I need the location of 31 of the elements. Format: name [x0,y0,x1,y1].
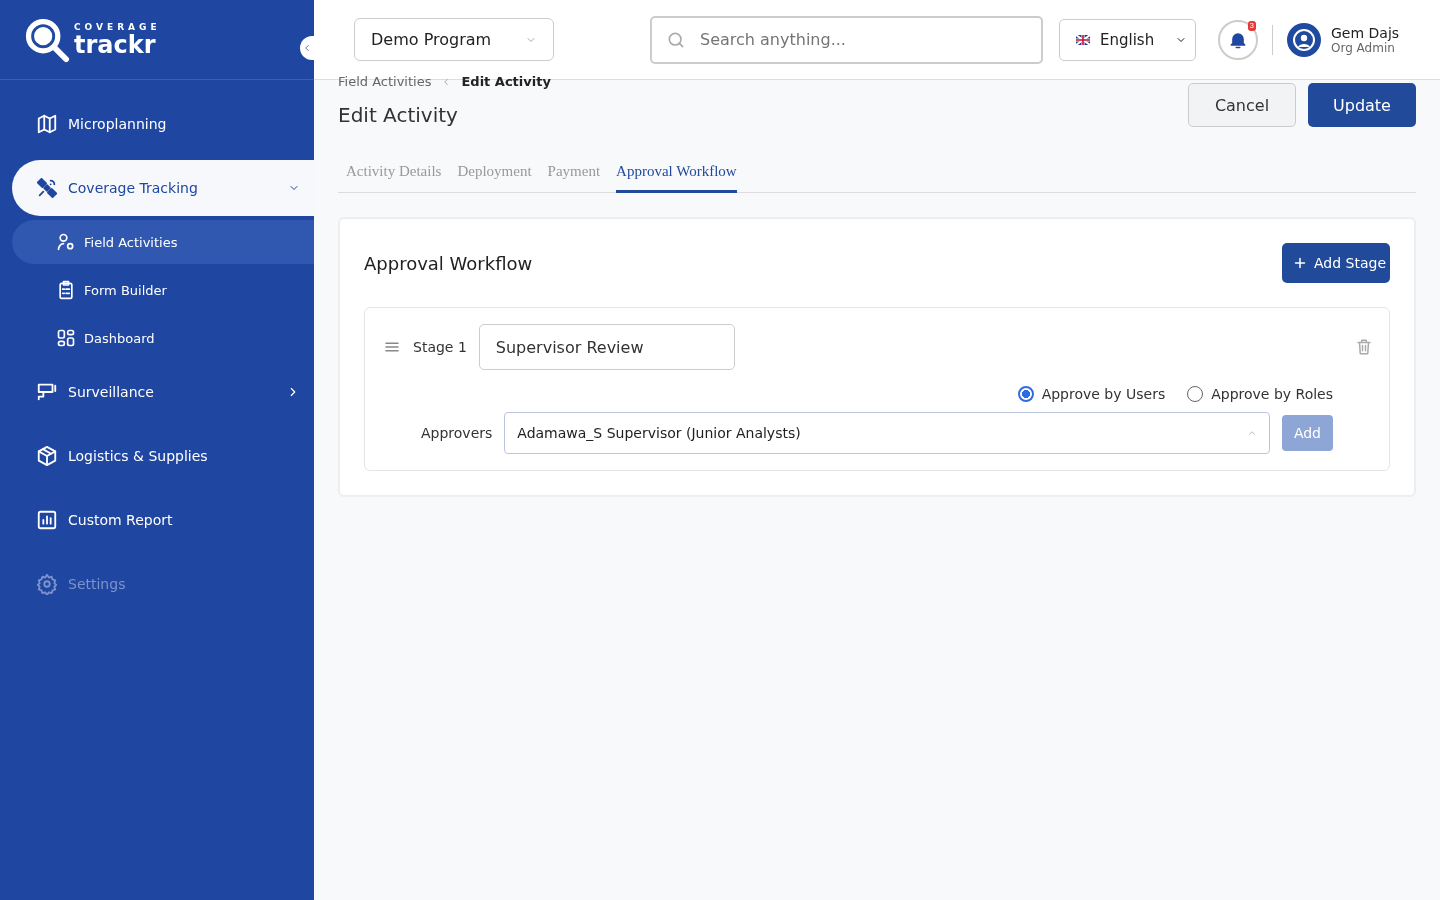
language-dropdown[interactable]: English [1059,18,1196,61]
breadcrumb-item[interactable]: Field Activities [338,74,432,89]
sidebar-subitem[interactable]: Form Builder [12,268,314,312]
sidebar-subitem[interactable]: Dashboard [12,316,314,360]
breadcrumb-item: Edit Activity [461,74,551,89]
program-dropdown[interactable]: Demo Program [354,18,554,61]
sidebar-item[interactable]: Coverage Tracking [12,160,314,216]
stage-label: Stage 1 [413,339,467,355]
update-button[interactable]: Update [1308,83,1416,127]
cancel-button[interactable]: Cancel [1188,83,1296,127]
user-role: Org Admin [1331,40,1395,55]
approvers-label: Approvers [421,425,493,441]
sidebar-item[interactable]: Microplanning [12,96,314,152]
radio-option[interactable]: Approve by Roles [1187,386,1333,402]
search-field[interactable]: Search anything... [650,15,1043,64]
approvers-select[interactable]: Adamawa_S Supervisor (Junior Analysts) [504,412,1270,454]
logo-wordmark: trackr [74,31,157,58]
sidebar-item[interactable]: Logistics & Supplies [12,428,314,484]
sidebar-item[interactable]: Custom Report [12,492,314,548]
card-title: Approval Workflow [364,252,533,274]
page-title: Edit Activity [338,103,459,127]
radio-option[interactable]: Approve by Users [1017,386,1166,402]
sidebar-item[interactable]: Surveillance [12,364,314,420]
stage-name-field[interactable]: Supervisor Review [478,324,735,370]
tab[interactable]: Approval Workflow [616,157,737,193]
logo-overline: COVERAGE [74,21,161,32]
add-stage-button[interactable]: Add Stage [1282,243,1390,283]
sidebar-subitem[interactable]: Field Activities [12,220,314,264]
notification-badge: 3 [1247,20,1256,31]
notifications-button[interactable]: 3 [1218,19,1258,60]
user-name: Gem Dajs [1331,24,1400,41]
